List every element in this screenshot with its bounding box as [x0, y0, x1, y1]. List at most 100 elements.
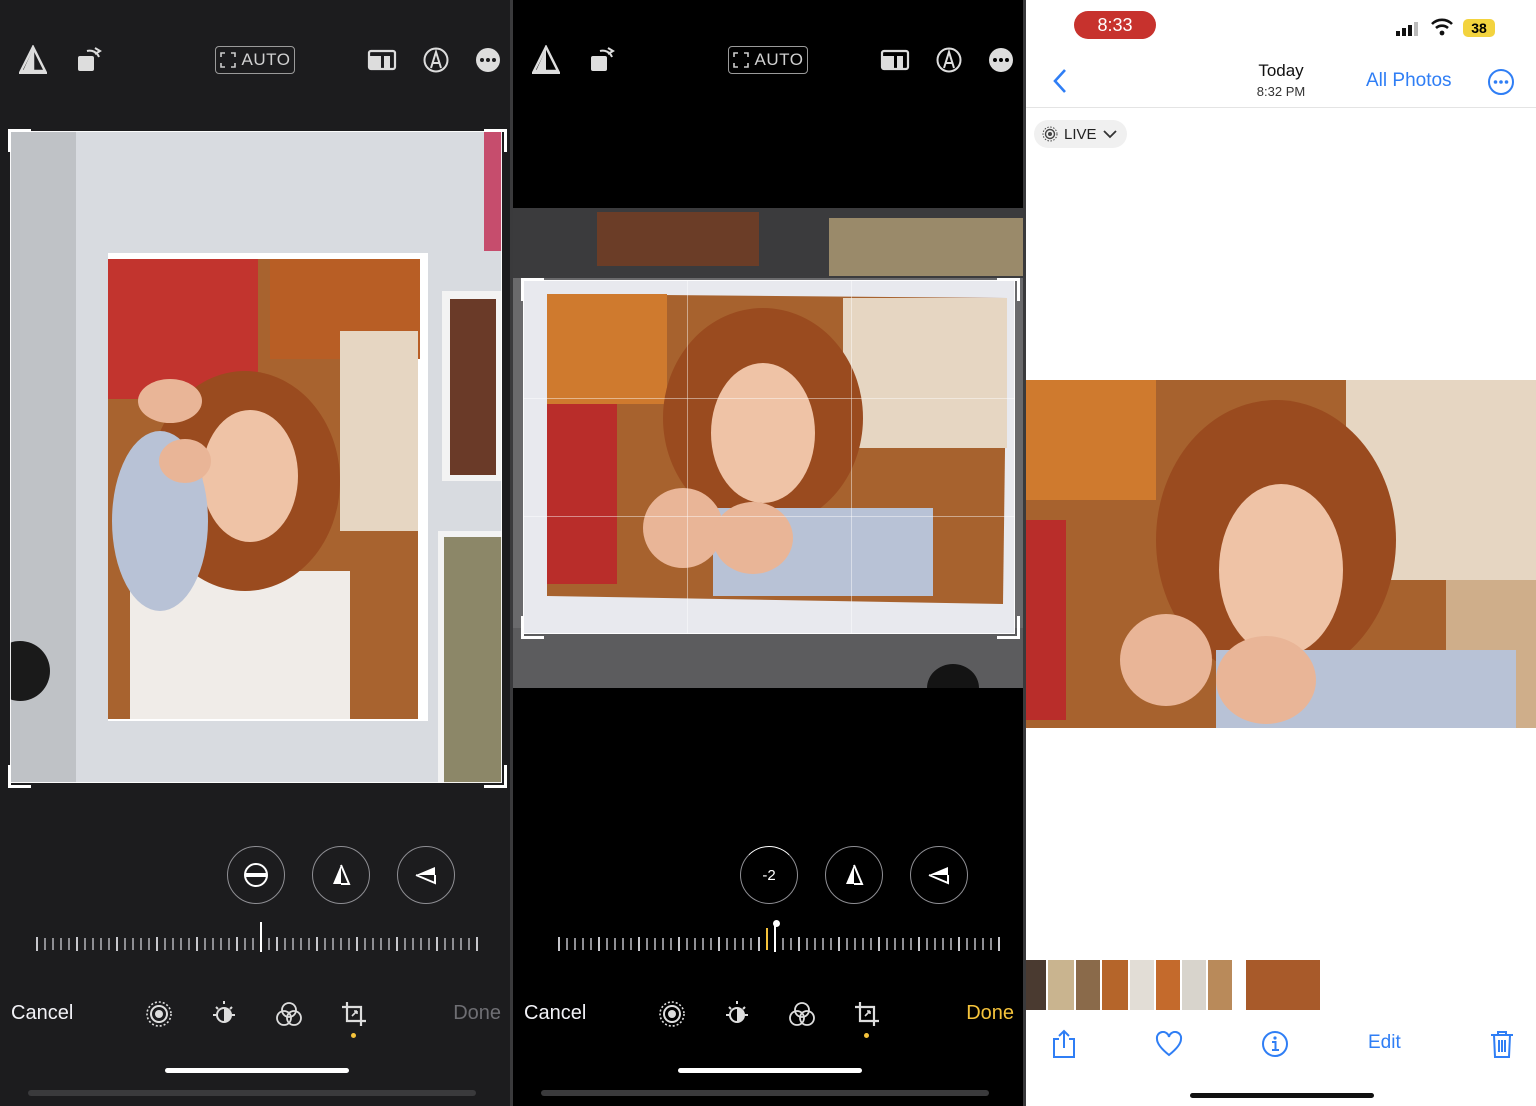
crop-tool-button[interactable] — [336, 996, 372, 1032]
thumbnail-selected[interactable] — [1246, 960, 1320, 1010]
more-icon — [476, 48, 500, 72]
markup-button[interactable] — [931, 40, 967, 80]
filters-icon — [789, 1002, 815, 1026]
edit-button[interactable]: Edit — [1368, 1032, 1401, 1054]
home-indicator — [165, 1068, 349, 1073]
markup-button[interactable] — [418, 40, 454, 80]
share-button[interactable] — [1048, 1028, 1080, 1060]
live-toggle-button[interactable]: LIVE — [1034, 120, 1127, 148]
vertical-perspective-button[interactable] — [312, 846, 370, 904]
back-chevron-icon[interactable] — [1052, 68, 1068, 94]
crop-corner-bottom-left[interactable] — [521, 616, 544, 639]
straighten-slider[interactable] — [558, 922, 1000, 954]
all-photos-button[interactable]: All Photos — [1366, 70, 1452, 92]
favorite-button[interactable] — [1153, 1028, 1185, 1060]
aspect-ratio-button[interactable] — [364, 40, 400, 80]
thumbnail[interactable] — [1156, 960, 1180, 1010]
ruler-tick — [68, 938, 70, 950]
crop-corner-top-left[interactable] — [8, 129, 31, 152]
crop-editor-panel-before: AUTO Cancel Done — [0, 0, 510, 1106]
auto-crop-button[interactable]: AUTO — [215, 46, 295, 74]
live-photo-icon — [1042, 126, 1058, 142]
ruler-tick — [308, 938, 310, 950]
auto-frame-icon — [732, 52, 749, 68]
ruler-tick — [356, 937, 358, 951]
filters-tool-button[interactable] — [784, 996, 820, 1032]
straighten-button[interactable] — [227, 846, 285, 904]
ruler-tick — [750, 938, 752, 950]
perspective-flip-button[interactable] — [14, 40, 52, 80]
crop-frame[interactable] — [10, 131, 502, 783]
straighten-slider[interactable] — [36, 922, 478, 954]
thumbnail[interactable] — [1076, 960, 1100, 1010]
more-icon — [989, 48, 1013, 72]
crop-tool-button[interactable] — [849, 996, 885, 1032]
ruler-tick — [188, 938, 190, 950]
ruler-tick — [814, 938, 816, 950]
horizontal-perspective-button[interactable] — [910, 846, 968, 904]
live-tool-button[interactable] — [654, 996, 690, 1032]
rotate-icon — [591, 47, 615, 71]
ruler-tick — [292, 938, 294, 950]
thumbnail[interactable] — [1130, 960, 1154, 1010]
more-icon[interactable] — [1487, 68, 1515, 96]
thumbnail[interactable] — [1182, 960, 1206, 1010]
editor-bottom-bar: Cancel Done — [513, 996, 1023, 1038]
nav-divider — [1026, 107, 1536, 108]
thumbnail-strip[interactable] — [1026, 960, 1320, 1010]
vertical-perspective-icon — [846, 864, 864, 885]
live-photo-icon — [146, 1001, 172, 1027]
aspect-ratio-button[interactable] — [877, 40, 913, 80]
live-tool-button[interactable] — [141, 996, 177, 1032]
thumbnail[interactable] — [1026, 960, 1046, 1010]
ruler-tick — [60, 938, 62, 950]
crop-corner-bottom-left[interactable] — [8, 765, 31, 788]
thumbnail[interactable] — [1102, 960, 1128, 1010]
ruler-tick — [260, 922, 262, 952]
crop-corner-bottom-right[interactable] — [484, 765, 507, 788]
info-button[interactable] — [1259, 1028, 1291, 1060]
cancel-button[interactable]: Cancel — [11, 1002, 73, 1025]
done-button[interactable]: Done — [453, 1002, 501, 1025]
crop-corner-top-right[interactable] — [484, 129, 507, 152]
ruler-tick — [460, 938, 462, 950]
perspective-flip-button[interactable] — [527, 40, 565, 80]
auto-frame-icon — [219, 52, 236, 68]
slider-position-dot — [773, 920, 780, 927]
ruler-tick — [340, 938, 342, 950]
filters-tool-button[interactable] — [271, 996, 307, 1032]
more-button[interactable] — [470, 40, 506, 80]
vertical-perspective-button[interactable] — [825, 846, 883, 904]
ruler-tick — [606, 938, 608, 950]
ruler-tick — [934, 938, 936, 950]
crop-frame[interactable] — [523, 280, 1015, 634]
cancel-button[interactable]: Cancel — [524, 1002, 586, 1025]
horizontal-perspective-button[interactable] — [397, 846, 455, 904]
auto-crop-button[interactable]: AUTO — [728, 46, 808, 74]
thumbnail[interactable] — [1048, 960, 1074, 1010]
ruler-tick — [148, 938, 150, 950]
rotate-button[interactable] — [70, 40, 106, 80]
crop-corner-top-right[interactable] — [997, 278, 1020, 301]
crop-corner-bottom-right[interactable] — [997, 616, 1020, 639]
ruler-tick — [132, 938, 134, 950]
more-button[interactable] — [983, 40, 1019, 80]
ruler-tick — [702, 938, 704, 950]
horizontal-perspective-icon — [415, 867, 436, 885]
ruler-tick — [590, 938, 592, 950]
adjust-tool-button[interactable] — [206, 996, 242, 1032]
delete-button[interactable] — [1486, 1028, 1518, 1060]
info-icon — [1262, 1031, 1288, 1057]
rotate-button[interactable] — [583, 40, 619, 80]
thumbnail[interactable] — [1208, 960, 1232, 1010]
ruler-tick — [348, 938, 350, 950]
crop-active-dot — [351, 1033, 356, 1038]
ruler-tick — [196, 937, 198, 951]
adjust-tool-button[interactable] — [719, 996, 755, 1032]
straighten-button[interactable]: -2 — [740, 846, 798, 904]
done-button[interactable]: Done — [966, 1002, 1014, 1025]
crop-corner-top-left[interactable] — [521, 278, 544, 301]
ruler-tick — [886, 938, 888, 950]
main-photo[interactable] — [1026, 380, 1536, 728]
ruler-tick — [156, 937, 158, 951]
